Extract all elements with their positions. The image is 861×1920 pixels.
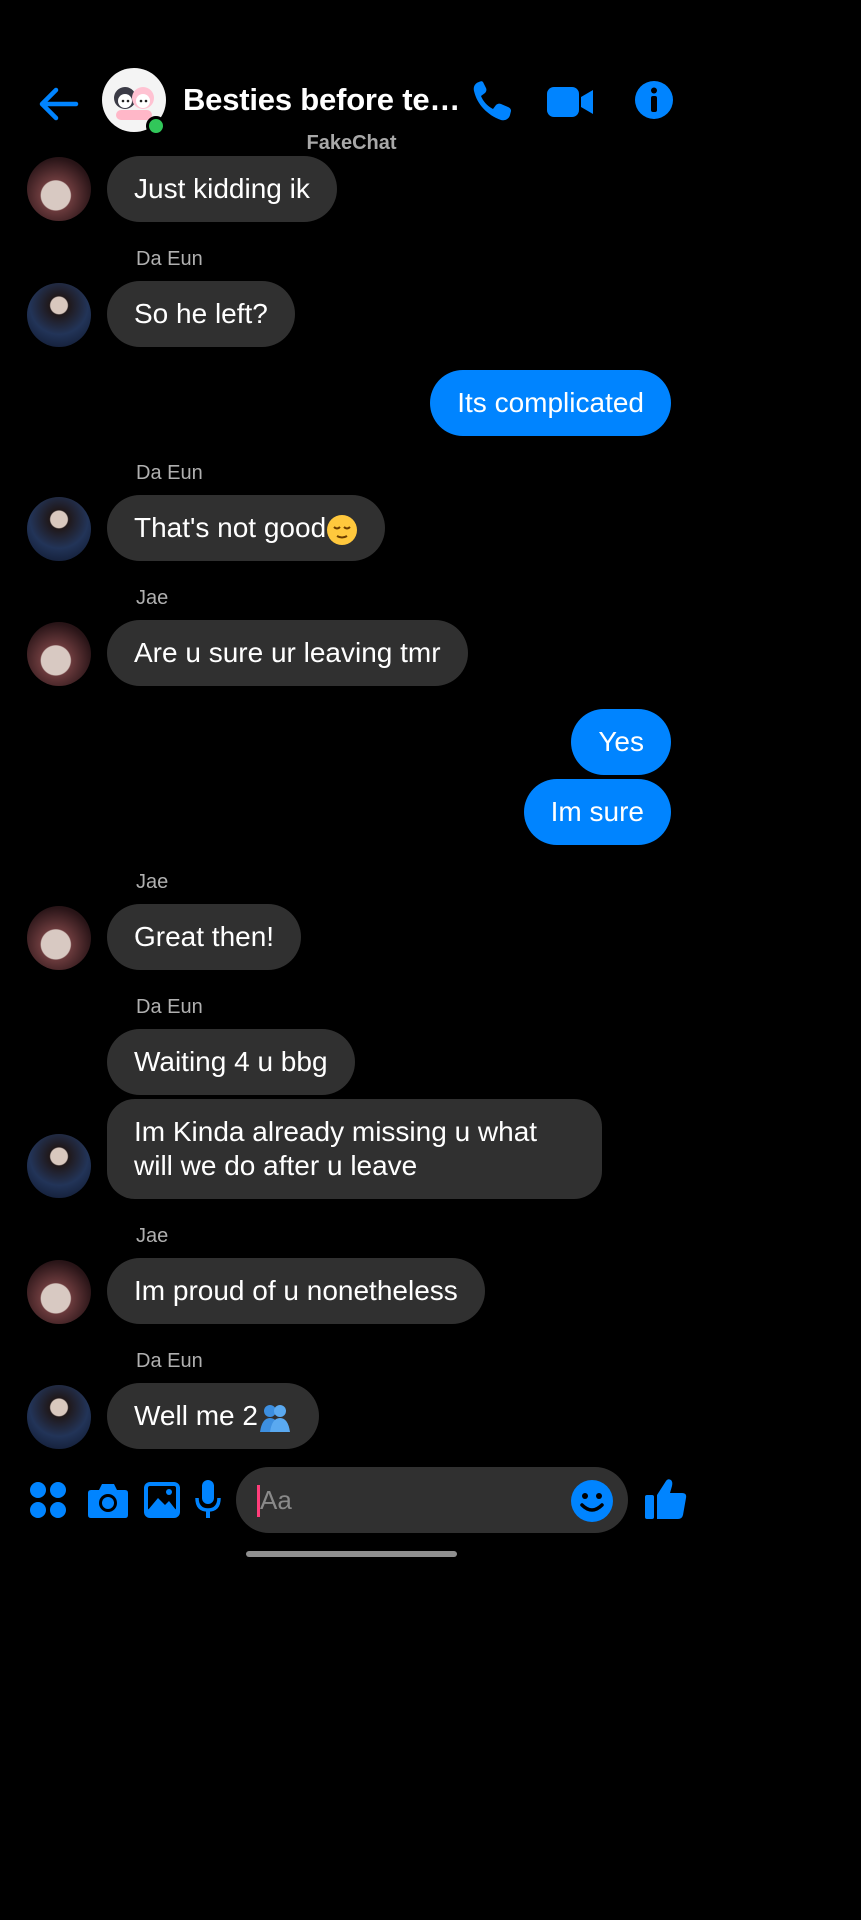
avatar-da-eun[interactable] xyxy=(27,1385,91,1449)
microphone-icon[interactable] xyxy=(194,1479,222,1521)
message-composer: Aa xyxy=(0,1465,703,1535)
message-bubble[interactable]: Well me 2 xyxy=(107,1383,319,1449)
app-watermark: FakeChat xyxy=(306,132,397,154)
sent-message-bubble[interactable]: Yes xyxy=(571,709,671,775)
home-indicator xyxy=(246,1551,457,1557)
gallery-icon[interactable] xyxy=(143,1481,181,1519)
sender-name: Da Eun xyxy=(136,248,203,270)
message-bubble[interactable]: Great then! xyxy=(107,904,302,970)
sent-message-bubble[interactable]: Im sure xyxy=(523,779,671,845)
chat-title[interactable]: Besties before te… xyxy=(183,82,460,118)
avatar-jae[interactable] xyxy=(27,906,91,970)
thumbs-up-icon[interactable] xyxy=(644,1477,688,1521)
emoji-icon[interactable] xyxy=(570,1479,614,1523)
video-camera-icon[interactable] xyxy=(546,85,594,119)
apps-grid-icon[interactable] xyxy=(28,1480,68,1520)
avatar-da-eun[interactable] xyxy=(27,283,91,347)
avatar-jae[interactable] xyxy=(27,622,91,686)
info-icon[interactable] xyxy=(634,80,674,120)
sent-message-bubble[interactable]: Its complicated xyxy=(430,370,671,436)
chat-header: Besties before te… FakeChat xyxy=(0,60,703,155)
camera-icon[interactable] xyxy=(87,1481,129,1519)
sender-name: Da Eun xyxy=(136,1350,203,1372)
phone-icon[interactable] xyxy=(470,78,514,124)
sender-name: Da Eun xyxy=(136,996,203,1018)
sender-name: Da Eun xyxy=(136,462,203,484)
avatar-jae[interactable] xyxy=(27,1260,91,1324)
sender-name: Jae xyxy=(136,587,169,609)
avatar-da-eun[interactable] xyxy=(27,1134,91,1198)
message-bubble[interactable]: Just kidding ik xyxy=(107,156,337,222)
message-bubble[interactable]: So he left? xyxy=(107,281,295,347)
avatar-da-eun[interactable] xyxy=(27,497,91,561)
message-bubble[interactable]: Im Kinda already missing u what will we … xyxy=(107,1099,602,1199)
message-input[interactable]: Aa xyxy=(236,1467,628,1533)
relieved-face-emoji xyxy=(327,514,358,545)
sender-name: Jae xyxy=(136,1225,169,1247)
message-input-placeholder: Aa xyxy=(260,1485,292,1515)
message-bubble[interactable]: That's not good xyxy=(107,495,386,561)
message-bubble[interactable]: Are u sure ur leaving tmr xyxy=(107,620,468,686)
message-text: That's not good xyxy=(134,512,327,543)
avatar-jae[interactable] xyxy=(27,157,91,221)
message-bubble[interactable]: Waiting 4 u bbg xyxy=(107,1029,355,1095)
message-bubble[interactable]: Im proud of u nonetheless xyxy=(107,1258,485,1324)
back-arrow-icon[interactable] xyxy=(36,82,80,126)
sender-name: Jae xyxy=(136,871,169,893)
people-hugging-emoji xyxy=(259,1404,290,1432)
message-text: Well me 2 xyxy=(134,1400,258,1431)
